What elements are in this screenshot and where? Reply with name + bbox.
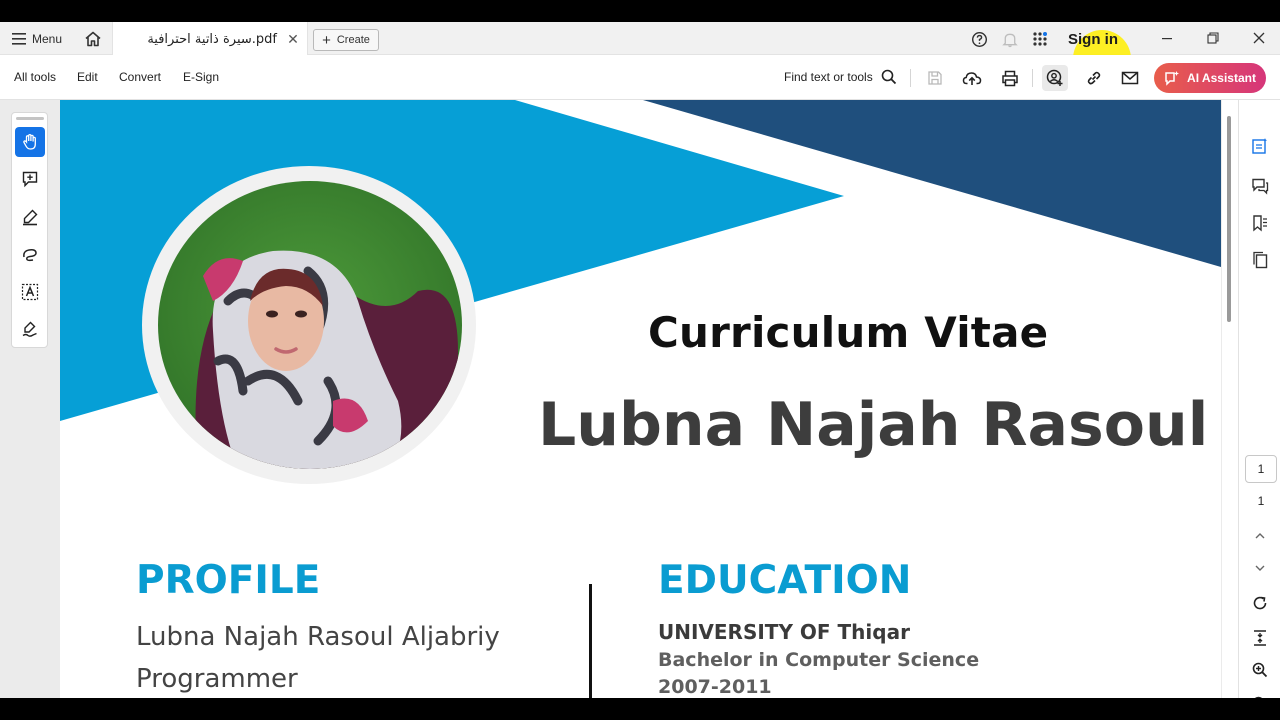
bell-icon[interactable]	[998, 27, 1022, 51]
menu-button[interactable]: Menu	[8, 28, 66, 50]
zoom-in-icon[interactable]	[1247, 657, 1273, 683]
print-icon[interactable]	[997, 65, 1023, 91]
main-toolbar: All tools Edit Convert E-Sign Find text …	[0, 55, 1280, 100]
add-comment-icon[interactable]	[15, 164, 45, 194]
convert-menu[interactable]: Convert	[119, 70, 161, 84]
scrollbar-thumb[interactable]	[1227, 116, 1231, 322]
current-page-input[interactable]: 1	[1245, 455, 1277, 483]
highlight-pen-icon[interactable]	[15, 202, 45, 232]
link-icon[interactable]	[1081, 65, 1107, 91]
profile-role: Programmer	[136, 664, 298, 694]
ai-assistant-label: AI Assistant	[1187, 71, 1256, 85]
cv-title: Curriculum Vitae	[648, 308, 1049, 357]
pdf-viewer-window: Menu سيرة ذاتية احترافية.pdf ✕ + Create …	[0, 22, 1280, 698]
vertical-scrollbar[interactable]	[1222, 100, 1238, 698]
sign-in-button[interactable]: Sign in	[1068, 31, 1118, 48]
page-thumbnails-icon[interactable]	[1247, 247, 1273, 273]
education-degree: Bachelor in Computer Science	[658, 649, 980, 671]
restore-icon[interactable]	[1198, 27, 1228, 49]
all-tools-menu[interactable]: All tools	[14, 70, 56, 84]
edit-pdf-icon[interactable]	[1247, 133, 1273, 159]
education-university: UNIVERSITY OF Thiqar	[658, 620, 910, 644]
find-label: Find text or tools	[784, 70, 873, 84]
create-button[interactable]: + Create	[313, 29, 379, 51]
search-icon	[881, 69, 896, 85]
profile-heading: PROFILE	[136, 558, 321, 603]
candidate-name: Lubna Najah Rasoul	[538, 390, 1209, 460]
next-page-icon[interactable]	[1247, 555, 1273, 581]
profile-photo	[158, 181, 462, 469]
toolbar-divider	[1032, 69, 1033, 87]
share-with-people-icon[interactable]	[1042, 65, 1068, 91]
close-window-icon[interactable]	[1244, 27, 1274, 49]
profile-full-name: Lubna Najah Rasoul Aljabriy	[136, 622, 500, 652]
upload-cloud-icon[interactable]	[959, 65, 985, 91]
document-area: Curriculum Vitae Lubna Najah Rasoul PROF…	[0, 100, 1238, 698]
hand-tool-icon[interactable]	[15, 127, 45, 157]
esign-menu[interactable]: E-Sign	[183, 70, 219, 84]
total-pages: 1	[1257, 494, 1265, 508]
save-icon[interactable]	[922, 65, 948, 91]
edit-menu[interactable]: Edit	[77, 70, 98, 84]
tab-title: سيرة ذاتية احترافية.pdf	[147, 31, 277, 47]
close-tab-icon[interactable]: ✕	[285, 31, 301, 47]
create-label: Create	[336, 34, 370, 46]
education-years: 2007-2011	[658, 676, 772, 698]
toolbar-grip[interactable]	[16, 117, 44, 120]
menu-label: Menu	[32, 32, 63, 46]
ai-assistant-button[interactable]: AI Assistant	[1154, 63, 1266, 93]
previous-page-icon[interactable]	[1247, 523, 1273, 549]
ai-sparkle-icon	[1165, 71, 1180, 86]
quick-tools-bar	[11, 112, 48, 348]
document-tab[interactable]: سيرة ذاتية احترافية.pdf ✕	[112, 22, 308, 56]
plus-icon: +	[322, 31, 331, 49]
column-divider	[589, 584, 592, 698]
hamburger-icon	[12, 33, 26, 45]
minimize-icon[interactable]	[1152, 27, 1182, 49]
right-side-panel: 1 1	[1238, 100, 1280, 698]
find-text-or-tools[interactable]: Find text or tools	[784, 69, 897, 85]
fit-page-icon[interactable]	[1247, 625, 1273, 651]
toolbar-divider	[910, 69, 911, 87]
zoom-out-icon[interactable]	[1247, 691, 1273, 698]
home-icon[interactable]	[81, 27, 105, 51]
email-icon[interactable]	[1117, 65, 1143, 91]
title-bar: Menu سيرة ذاتية احترافية.pdf ✕ + Create …	[0, 22, 1280, 88]
sign-pen-icon[interactable]	[15, 314, 45, 344]
draw-freehand-icon[interactable]	[15, 239, 45, 269]
bookmarks-icon[interactable]	[1247, 210, 1273, 236]
comments-icon[interactable]	[1247, 173, 1273, 199]
text-select-icon[interactable]	[15, 277, 45, 307]
education-heading: EDUCATION	[658, 558, 912, 603]
rotate-icon[interactable]	[1247, 590, 1273, 616]
help-icon[interactable]	[967, 27, 991, 51]
pdf-page: Curriculum Vitae Lubna Najah Rasoul PROF…	[60, 100, 1221, 698]
apps-grid-icon[interactable]	[1028, 27, 1052, 51]
